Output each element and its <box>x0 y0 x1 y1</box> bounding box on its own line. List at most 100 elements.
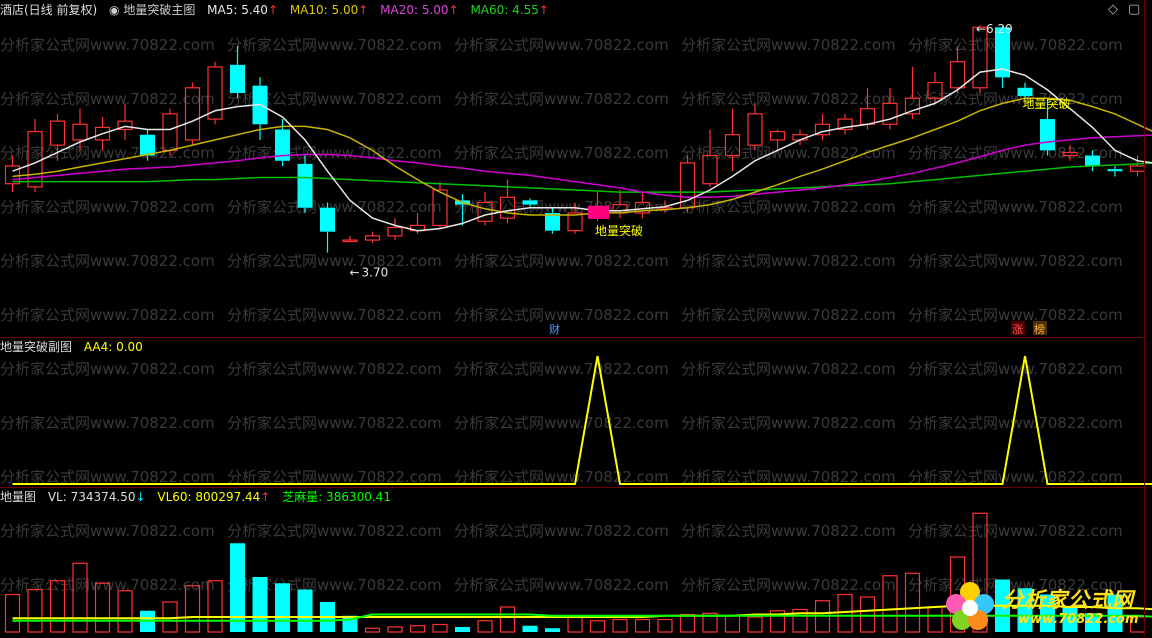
ma20-value: MA20: 5.00 <box>380 3 448 17</box>
sub1-name[interactable]: 地量突破副图 <box>0 340 72 354</box>
watermark-text: 分析家公式网www.70822.com <box>454 414 669 432</box>
flower-logo-icon <box>940 578 1000 634</box>
watermark-text: 分析家公式网www.70822.com <box>227 414 442 432</box>
watermark-text: 分析家公式网www.70822.com <box>681 90 896 108</box>
watermark-text: 分析家公式网www.70822.com <box>454 576 669 594</box>
watermark-text: 分析家公式网www.70822.com <box>681 144 896 162</box>
watermark-text: 分析家公式网www.70822.com <box>454 36 669 54</box>
arrow-icon: ← <box>350 266 360 280</box>
ma10-value: MA10: 5.00 <box>290 3 358 17</box>
candle-up <box>343 240 357 242</box>
candle-up <box>771 132 785 140</box>
volume-bar-up <box>163 602 177 632</box>
up-arrow-icon: ↑ <box>260 490 270 504</box>
watermark-text: 分析家公式网www.70822.com <box>454 252 669 270</box>
candle-down <box>1108 169 1123 171</box>
volume-bar-up <box>613 620 627 633</box>
watermark-text: 分析家公式网www.70822.com <box>681 252 896 270</box>
volume-bar-up <box>388 627 402 632</box>
vl60-value: VL60: 800297.44 <box>157 490 260 504</box>
diamond-icon[interactable]: ◇ <box>1108 2 1118 17</box>
low-price-label: 3.70 <box>362 266 389 280</box>
vl60-readout: VL60: 800297.44↑ <box>157 490 270 504</box>
volume-bar-up <box>726 616 740 632</box>
candle-up <box>73 124 87 140</box>
volume-bar-down <box>298 590 313 633</box>
watermark-text: 分析家公式网www.70822.com <box>227 144 442 162</box>
up-arrow-icon: ↑ <box>449 3 459 17</box>
volume-bar-up <box>861 597 875 632</box>
up-arrow-icon: ↑ <box>268 3 278 17</box>
volume-bar-up <box>591 621 605 632</box>
up-arrow-icon: ↑ <box>358 3 368 17</box>
candle-down <box>140 135 155 156</box>
watermark-text: 分析家公式网www.70822.com <box>908 414 1123 432</box>
volume-bar-up <box>568 617 582 632</box>
candle-down <box>1040 119 1055 150</box>
right-axis-line <box>1144 0 1145 637</box>
watermark-text: 分析家公式网www.70822.com <box>0 198 215 216</box>
watermark-text: 分析家公式网www.70822.com <box>454 522 669 540</box>
candle-up <box>861 109 875 125</box>
volume-bar-up <box>366 628 380 632</box>
site-logo: 分析家公式网 www.70822.com <box>940 578 1145 634</box>
kline-chart[interactable]: 分析家公式网www.70822.com 分析家公式网www.70822.com 分析… <box>0 0 1152 637</box>
watermark-text: 分析家公式网www.70822.com <box>227 252 442 270</box>
watermark-text: 分析家公式网www.70822.com <box>454 144 669 162</box>
watermark-text: 分析家公式网www.70822.com <box>0 252 215 270</box>
candle-up <box>366 236 380 240</box>
ma60-readout: MA60: 4.55↑ <box>470 3 548 17</box>
candles-layer <box>6 25 1152 252</box>
watermark-text: 分析家公式网www.70822.com <box>681 360 896 378</box>
volume-bar-up <box>28 590 42 633</box>
bang-marker: 榜 <box>1034 322 1045 336</box>
watermark-text: 分析家公式网www.70822.com <box>908 360 1123 378</box>
volume-bar-up <box>658 620 672 633</box>
volume-bar-down <box>523 626 538 632</box>
finance-event-marker: 财 <box>549 322 560 336</box>
sub2-name[interactable]: 地量图 <box>0 490 36 504</box>
indicator-name: 地量突破主图 <box>123 3 195 17</box>
candle-down <box>320 208 335 232</box>
ma60-value: MA60: 4.55 <box>470 3 538 17</box>
volume-bar-up <box>478 621 492 632</box>
watermark-text: 分析家公式网www.70822.com <box>908 522 1123 540</box>
sesame-readout: 芝麻量: 386300.41 <box>282 490 391 504</box>
logo-url: www.70822.com <box>1018 612 1139 627</box>
panel-divider-1 <box>0 337 1145 338</box>
candle-up <box>748 114 762 145</box>
watermark-text: 分析家公式网www.70822.com <box>681 576 896 594</box>
volume-bar-up <box>748 617 762 632</box>
volume-bar-down <box>545 628 560 632</box>
collapse-icon[interactable]: ▢ <box>1128 2 1140 17</box>
high-price-label: 6.29 <box>986 22 1013 36</box>
volume-bar-down <box>230 543 245 632</box>
ma5-value: MA5: 5.40 <box>207 3 268 17</box>
volume-bar-up <box>636 620 650 633</box>
volume-bar-up <box>501 607 515 632</box>
vl-value: VL: 734374.50 <box>48 490 136 504</box>
up-arrow-icon: ↑ <box>539 3 549 17</box>
candle-up <box>951 62 965 88</box>
candle-down <box>523 200 538 204</box>
indicator-selector[interactable]: ◉ 地量突破主图 <box>109 3 195 17</box>
sub1-header: 地量突破副图 AA4: 0.00 <box>0 338 151 356</box>
watermark-text: 分析家公式网www.70822.com <box>0 36 215 54</box>
volume-bar-up <box>118 591 132 632</box>
volume-bar-up <box>681 615 695 633</box>
ma10-readout: MA10: 5.00↑ <box>290 3 368 17</box>
breakthrough-bar <box>588 206 609 219</box>
stock-title[interactable]: 酒店(日线 前复权) <box>0 3 97 17</box>
watermark-text: 分析家公式网www.70822.com <box>681 522 896 540</box>
candle-up <box>1131 166 1145 171</box>
watermark-text: 分析家公式网www.70822.com <box>0 522 215 540</box>
volume-bar-down <box>275 583 290 632</box>
volume-bar-up <box>411 626 425 632</box>
watermark-text: 分析家公式网www.70822.com <box>454 360 669 378</box>
candle-down <box>298 164 313 208</box>
watermark-text: 分析家公式网www.70822.com <box>454 90 669 108</box>
volume-bar-down <box>253 577 268 632</box>
aa4-readout: AA4: 0.00 <box>84 340 143 354</box>
watermark-text: 分析家公式网www.70822.com <box>0 90 215 108</box>
watermark-text: 分析家公式网www.70822.com <box>681 414 896 432</box>
